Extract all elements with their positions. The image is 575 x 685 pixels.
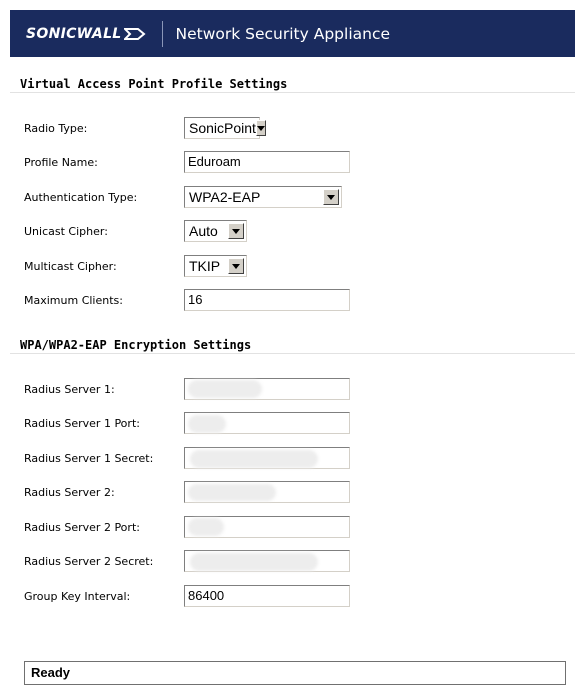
- group-key-interval-input[interactable]: 86400: [184, 585, 350, 607]
- group-key-interval-label: Group Key Interval:: [24, 590, 131, 603]
- status-text: Ready: [31, 665, 71, 680]
- redacted-value: [188, 518, 224, 536]
- encryption-section-heading: WPA/WPA2-EAP Encryption Settings: [20, 338, 252, 352]
- app-header: SONICWALL Network Security Appliance: [10, 10, 575, 57]
- unicast-cipher-select[interactable]: Auto: [184, 220, 247, 242]
- radius-server-2-label: Radius Server 2:: [24, 486, 115, 499]
- profile-name-input[interactable]: Eduroam: [184, 151, 350, 173]
- authentication-type-row: Authentication Type: WPA2-EAP: [0, 186, 575, 210]
- radius-server-2-port-row: Radius Server 2 Port:: [0, 516, 575, 540]
- profile-section-heading: Virtual Access Point Profile Settings: [20, 77, 288, 91]
- radius-server-2-secret-row: Radius Server 2 Secret:: [0, 550, 575, 574]
- radius-server-2-port-label: Radius Server 2 Port:: [24, 521, 140, 534]
- maximum-clients-label: Maximum Clients:: [24, 294, 123, 307]
- group-key-interval-row: Group Key Interval: 86400: [0, 585, 575, 609]
- radius-server-1-secret-row: Radius Server 1 Secret:: [0, 447, 575, 471]
- redacted-value: [188, 484, 276, 501]
- chevron-down-icon[interactable]: [228, 223, 244, 239]
- redacted-value: [188, 415, 226, 433]
- chevron-down-icon[interactable]: [323, 189, 339, 205]
- authentication-type-value: WPA2-EAP: [189, 189, 261, 205]
- multicast-cipher-row: Multicast Cipher: TKIP: [0, 255, 575, 279]
- brand-name: SONICWALL: [26, 25, 122, 42]
- status-bar: Ready: [24, 661, 566, 685]
- header-title: Network Security Appliance: [175, 24, 391, 43]
- section-divider: [10, 92, 575, 93]
- authentication-type-label: Authentication Type:: [24, 191, 138, 204]
- radius-server-2-secret-label: Radius Server 2 Secret:: [24, 555, 154, 568]
- radius-server-1-label: Radius Server 1:: [24, 383, 115, 396]
- redacted-value: [190, 553, 318, 571]
- profile-name-label: Profile Name:: [24, 156, 98, 169]
- radius-server-1-port-label: Radius Server 1 Port:: [24, 417, 140, 430]
- multicast-cipher-value: TKIP: [189, 258, 221, 274]
- chevron-down-icon[interactable]: [255, 120, 266, 136]
- maximum-clients-input[interactable]: 16: [184, 289, 350, 311]
- redacted-value: [190, 450, 318, 468]
- radio-type-row: Radio Type: SonicPoint: [0, 117, 575, 141]
- unicast-cipher-row: Unicast Cipher: Auto: [0, 220, 575, 244]
- radius-server-2-row: Radius Server 2:: [0, 481, 575, 505]
- section-divider: [10, 353, 575, 354]
- radius-server-1-secret-label: Radius Server 1 Secret:: [24, 452, 154, 465]
- radio-type-select[interactable]: SonicPoint: [184, 117, 266, 139]
- unicast-cipher-value: Auto: [189, 223, 218, 239]
- multicast-cipher-label: Multicast Cipher:: [24, 260, 117, 273]
- profile-name-row: Profile Name: Eduroam: [0, 151, 575, 175]
- maximum-clients-row: Maximum Clients: 16: [0, 289, 575, 313]
- chevron-down-icon[interactable]: [228, 258, 244, 274]
- multicast-cipher-select[interactable]: TKIP: [184, 255, 247, 277]
- sonicwall-logo: SONICWALL: [26, 10, 146, 57]
- redacted-value: [188, 380, 262, 398]
- radio-type-value: SonicPoint: [189, 120, 256, 136]
- header-divider: [161, 20, 163, 47]
- authentication-type-select[interactable]: WPA2-EAP: [184, 186, 342, 208]
- unicast-cipher-label: Unicast Cipher:: [24, 225, 108, 238]
- radius-server-1-port-row: Radius Server 1 Port:: [0, 412, 575, 436]
- radio-type-label: Radio Type:: [24, 122, 88, 135]
- sonicwall-arrow-icon: [123, 27, 146, 40]
- radius-server-1-row: Radius Server 1:: [0, 378, 575, 402]
